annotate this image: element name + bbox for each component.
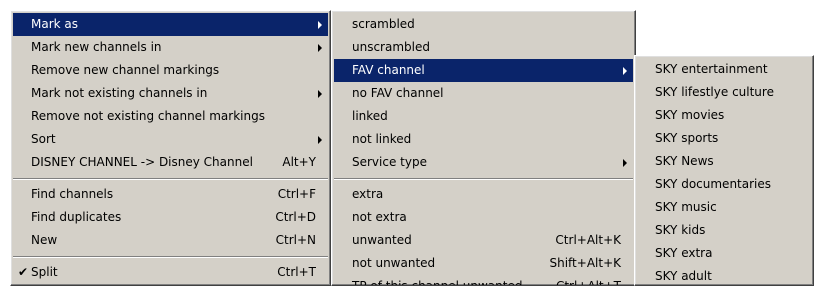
menu-item-not-extra[interactable]: not extra <box>334 206 633 229</box>
menu-item-sort[interactable]: Sort <box>13 128 328 151</box>
menu-item-sky-extra[interactable]: SKY extra <box>637 242 811 265</box>
menu-separator <box>13 178 328 180</box>
menu-item-remove-new-channel-markings[interactable]: Remove new channel markings <box>13 59 328 82</box>
menu-item-label: TP of this channel unwanted <box>352 279 523 286</box>
menu-item-label: Remove new channel markings <box>31 63 220 77</box>
menu-item-shortcut: Ctrl+T <box>277 265 316 279</box>
menu-item-label: SKY kids <box>655 223 706 237</box>
menu-item-label: extra <box>352 187 384 201</box>
menu-item-label: FAV channel <box>352 63 425 77</box>
menu-item-no-fav-channel[interactable]: no FAV channel <box>334 82 633 105</box>
menu-item-not-unwanted[interactable]: not unwanted Shift+Alt+K <box>334 252 633 275</box>
menu-item-label: SKY News <box>655 154 714 168</box>
menu-item-label: unscrambled <box>352 40 430 54</box>
menu-item-label: Find duplicates <box>31 210 122 224</box>
menu-item-label: Find channels <box>31 187 114 201</box>
menu-item-label: SKY music <box>655 200 717 214</box>
menu-item-label: SKY adult <box>655 269 712 283</box>
menu-item-label: SKY lifestlye culture <box>655 85 774 99</box>
menu-item-label: Service type <box>352 155 427 169</box>
menu-item-not-linked[interactable]: not linked <box>334 128 633 151</box>
menu-separator <box>334 178 633 180</box>
menu-item-label: SKY entertainment <box>655 62 768 76</box>
menu-item-label: scrambled <box>352 17 415 31</box>
menu-item-mark-not-existing-channels-in[interactable]: Mark not existing channels in <box>13 82 328 105</box>
menu-item-sky-lifestyle-culture[interactable]: SKY lifestlye culture <box>637 81 811 104</box>
menu-item-new[interactable]: New Ctrl+N <box>13 229 328 252</box>
menu-item-sky-music[interactable]: SKY music <box>637 196 811 219</box>
menu-item-label: DISNEY CHANNEL -> Disney Channel <box>31 155 253 169</box>
menu-item-service-type[interactable]: Service type <box>334 151 633 174</box>
menu-item-label: Sort <box>31 132 56 146</box>
menu-item-sky-movies[interactable]: SKY movies <box>637 104 811 127</box>
menu-item-mark-new-channels-in[interactable]: Mark new channels in <box>13 36 328 59</box>
menu-item-label: Mark not existing channels in <box>31 86 208 100</box>
menu-item-label: no FAV channel <box>352 86 444 100</box>
menu-item-mark-as[interactable]: Mark as <box>13 13 328 36</box>
menu-item-sky-sports[interactable]: SKY sports <box>637 127 811 150</box>
menu-item-sky-news[interactable]: SKY News <box>637 150 811 173</box>
menu-item-shortcut: Ctrl+Alt+K <box>555 233 621 247</box>
menu-separator <box>13 256 328 258</box>
menu-item-shortcut: Ctrl+N <box>275 233 316 247</box>
menu-item-shortcut: Ctrl+D <box>275 210 316 224</box>
menu-item-shortcut: Ctrl+F <box>277 187 316 201</box>
submenu-arrow-icon <box>318 44 322 52</box>
context-menu: Mark as Mark new channels in Remove new … <box>10 10 331 286</box>
fav-channel-submenu: SKY entertainment SKY lifestlye culture … <box>634 55 814 286</box>
menu-item-scrambled[interactable]: scrambled <box>334 13 633 36</box>
menu-item-label: SKY movies <box>655 108 725 122</box>
menu-item-find-channels[interactable]: Find channels Ctrl+F <box>13 183 328 206</box>
menu-item-label: SKY sports <box>655 131 719 145</box>
menu-item-label: linked <box>352 109 388 123</box>
submenu-arrow-icon <box>623 159 627 167</box>
menu-item-label: Split <box>31 265 58 279</box>
mark-as-submenu: scrambled unscrambled FAV channel no FAV… <box>331 10 636 286</box>
menu-item-sky-entertainment[interactable]: SKY entertainment <box>637 58 811 81</box>
menu-item-remove-not-existing-channel-markings[interactable]: Remove not existing channel markings <box>13 105 328 128</box>
menu-item-label: unwanted <box>352 233 412 247</box>
menu-item-label: SKY documentaries <box>655 177 772 191</box>
menu-item-extra[interactable]: extra <box>334 183 633 206</box>
menu-item-shortcut: Ctrl+Alt+T <box>555 279 621 286</box>
menu-item-disney-rename[interactable]: DISNEY CHANNEL -> Disney Channel Alt+Y <box>13 151 328 174</box>
menu-item-shortcut: Alt+Y <box>282 155 316 169</box>
menu-item-unwanted[interactable]: unwanted Ctrl+Alt+K <box>334 229 633 252</box>
menu-item-label: not extra <box>352 210 407 224</box>
checkmark-icon: ✔ <box>18 265 29 279</box>
menu-item-find-duplicates[interactable]: Find duplicates Ctrl+D <box>13 206 328 229</box>
menu-item-label: Remove not existing channel markings <box>31 109 265 123</box>
menu-item-label: not linked <box>352 132 412 146</box>
menu-item-tp-unwanted[interactable]: TP of this channel unwanted Ctrl+Alt+T <box>334 275 633 286</box>
submenu-arrow-icon <box>623 67 627 75</box>
submenu-arrow-icon <box>318 136 322 144</box>
submenu-arrow-icon <box>318 90 322 98</box>
menu-item-sky-kids[interactable]: SKY kids <box>637 219 811 242</box>
menu-item-label: Mark new channels in <box>31 40 162 54</box>
menu-item-sky-adult[interactable]: SKY adult <box>637 265 811 285</box>
menu-item-split[interactable]: ✔ Split Ctrl+T <box>13 261 328 284</box>
menu-item-label: Mark as <box>31 17 79 31</box>
menu-item-fav-channel[interactable]: FAV channel <box>334 59 633 82</box>
menu-item-unscrambled[interactable]: unscrambled <box>334 36 633 59</box>
menu-item-sky-documentaries[interactable]: SKY documentaries <box>637 173 811 196</box>
menu-item-linked[interactable]: linked <box>334 105 633 128</box>
menu-item-label: not unwanted <box>352 256 436 270</box>
menu-item-label: New <box>31 233 58 247</box>
menu-item-label: SKY extra <box>655 246 713 260</box>
menu-item-shortcut: Shift+Alt+K <box>549 256 621 270</box>
submenu-arrow-icon <box>318 21 322 29</box>
